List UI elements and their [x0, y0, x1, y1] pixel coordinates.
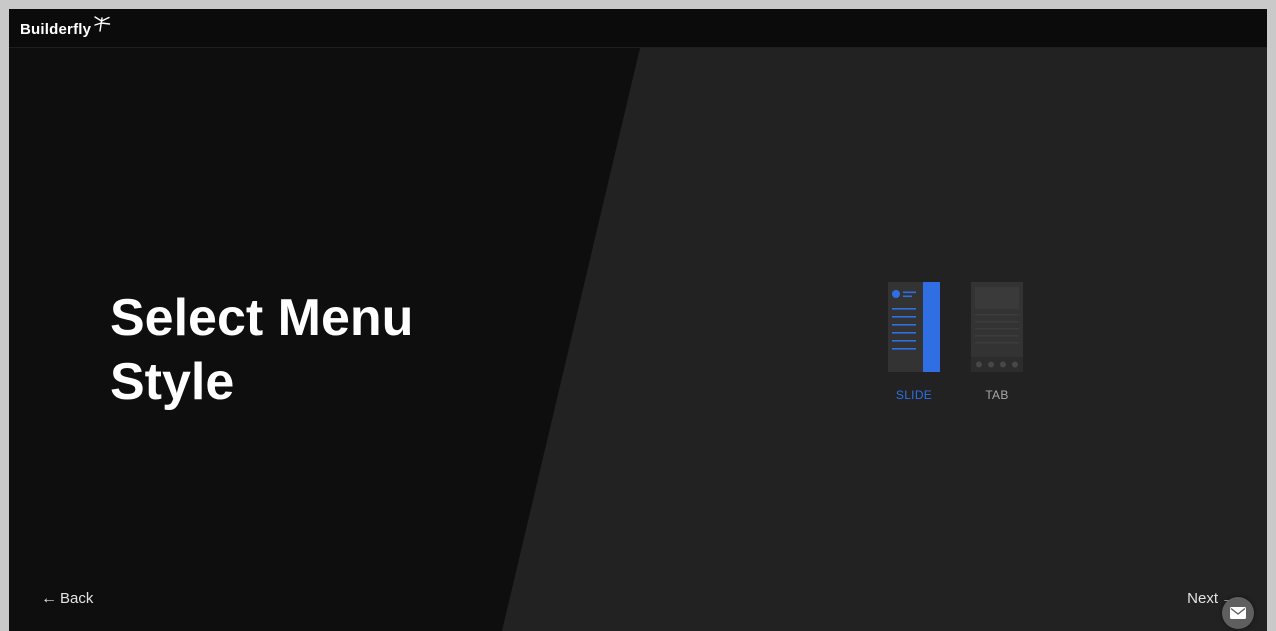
slide-menu-icon — [888, 282, 940, 372]
app-window: Builderfly Select Menu Style SLIDE TAB ←… — [9, 9, 1267, 631]
page-title-line1: Select Menu — [110, 289, 414, 347]
logo[interactable]: Builderfly — [20, 16, 112, 38]
arrow-left-icon: ← — [41, 590, 57, 607]
option-label-slide: SLIDE — [895, 388, 933, 402]
main-content: Select Menu Style SLIDE TAB ← Back Next — [9, 48, 1267, 631]
tab-menu-icon — [971, 282, 1023, 372]
chat-button[interactable] — [1222, 597, 1254, 629]
option-label-tab: TAB — [985, 388, 1009, 402]
dragonfly-icon — [92, 16, 112, 36]
page-title-line2: Style — [110, 353, 235, 411]
envelope-icon — [1230, 607, 1246, 619]
logo-text: Builderfly — [20, 21, 92, 38]
page-title: Select Menu Style — [110, 286, 470, 414]
next-label: Next — [1187, 590, 1218, 607]
top-bar: Builderfly — [9, 9, 1267, 48]
menu-style-option-tab[interactable]: TAB — [969, 282, 1025, 402]
back-label: Back — [60, 590, 94, 607]
menu-style-option-slide[interactable]: SLIDE — [886, 282, 942, 402]
back-button[interactable]: ← Back — [41, 590, 93, 607]
